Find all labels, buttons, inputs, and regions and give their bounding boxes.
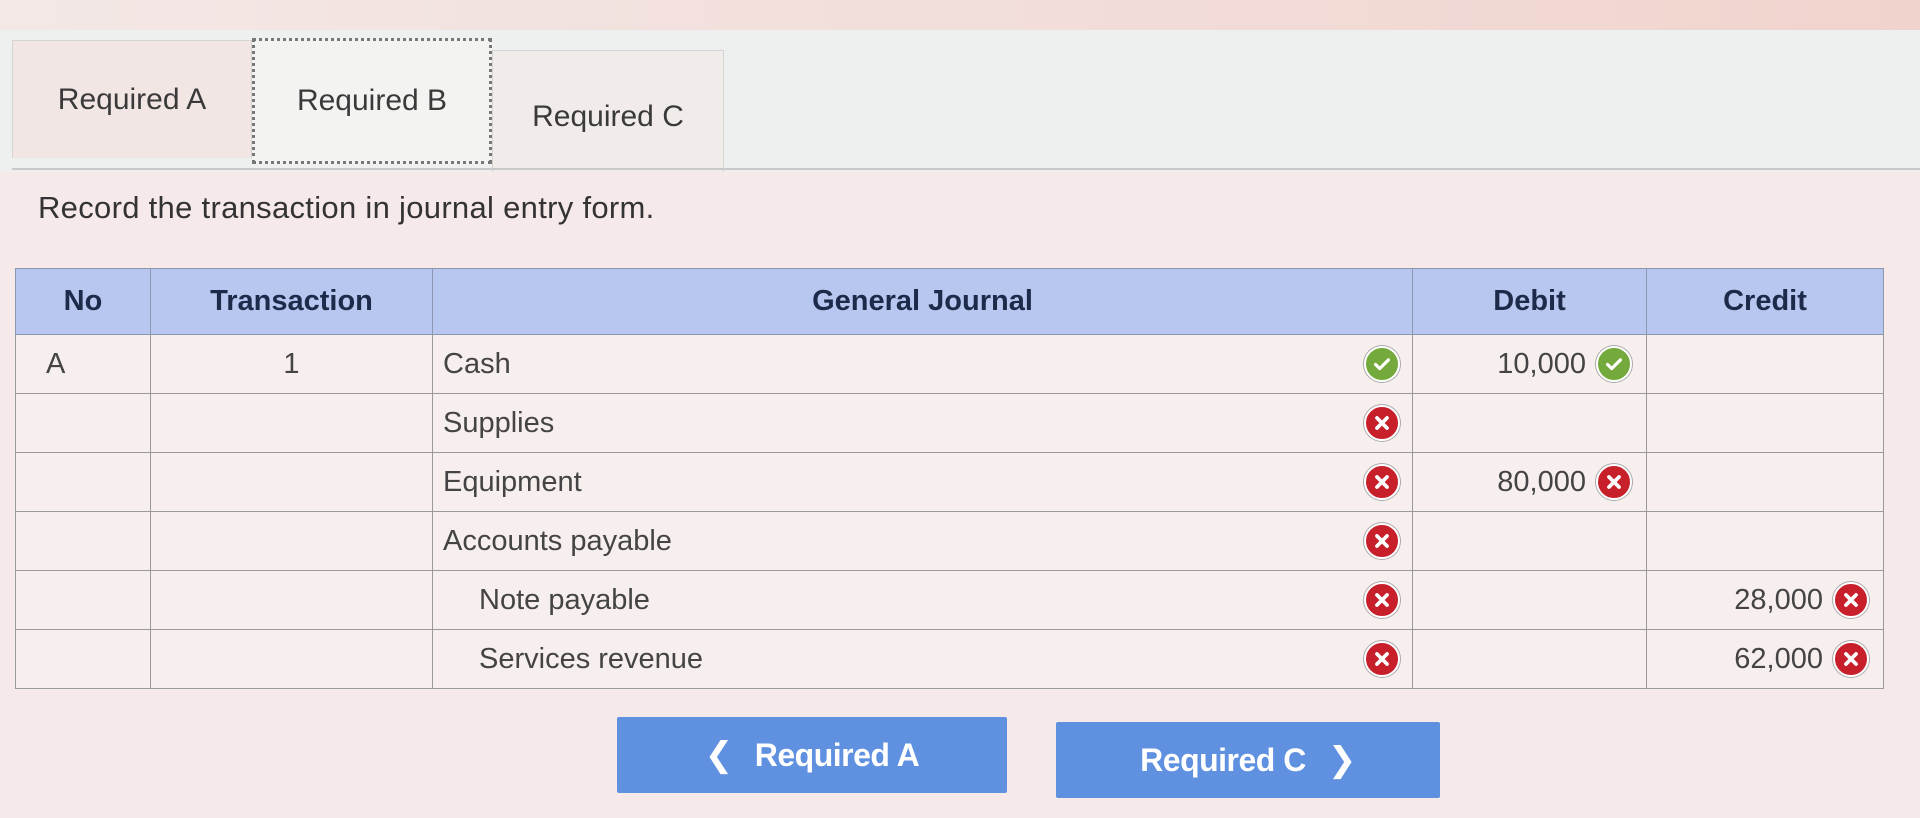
tab-divider xyxy=(12,168,1920,170)
x-circle-icon xyxy=(1364,405,1400,441)
credit-amount: 28,000 xyxy=(1734,583,1823,616)
account-name: Equipment xyxy=(443,465,582,498)
account-name: Accounts payable xyxy=(443,524,672,557)
x-circle-icon xyxy=(1596,464,1632,500)
table-header-row: No Transaction General Journal Debit Cre… xyxy=(15,268,1884,335)
x-circle-icon xyxy=(1833,641,1869,677)
tab-bar: Required A Required B Required C xyxy=(12,38,724,182)
header-transaction: Transaction xyxy=(150,268,433,335)
tab-required-b[interactable]: Required B xyxy=(252,38,492,164)
account-name: Cash xyxy=(443,347,511,380)
cell-no[interactable] xyxy=(15,452,151,512)
journal-table: No Transaction General Journal Debit Cre… xyxy=(15,268,1884,689)
table-row: Supplies xyxy=(15,393,1884,453)
cell-no[interactable] xyxy=(15,393,151,453)
credit-amount: 62,000 xyxy=(1734,642,1823,675)
cell-no[interactable]: A xyxy=(15,334,151,394)
table-row: Services revenue 62,000 xyxy=(15,629,1884,689)
x-circle-icon xyxy=(1364,464,1400,500)
cell-credit[interactable]: 62,000 xyxy=(1646,629,1884,689)
cell-debit[interactable] xyxy=(1412,393,1647,453)
cell-transaction[interactable] xyxy=(150,629,433,689)
header-general-journal: General Journal xyxy=(432,268,1413,335)
cell-debit[interactable] xyxy=(1412,570,1647,630)
next-required-c-button[interactable]: Required C ❯ xyxy=(1056,722,1440,798)
cell-no[interactable] xyxy=(15,570,151,630)
cell-transaction[interactable]: 1 xyxy=(150,334,433,394)
tab-required-a[interactable]: Required A xyxy=(12,40,252,158)
x-circle-icon xyxy=(1364,582,1400,618)
check-circle-icon xyxy=(1596,346,1632,382)
cell-debit[interactable]: 80,000 xyxy=(1412,452,1647,512)
account-name: Supplies xyxy=(443,406,555,439)
cell-transaction[interactable] xyxy=(150,511,433,571)
debit-amount: 10,000 xyxy=(1497,347,1586,380)
account-name: Note payable xyxy=(479,583,650,616)
table-row: Accounts payable xyxy=(15,511,1884,571)
account-name: Services revenue xyxy=(479,642,704,675)
cell-account[interactable]: Accounts payable xyxy=(432,511,1413,571)
header-credit: Credit xyxy=(1646,268,1884,335)
header-debit: Debit xyxy=(1412,268,1647,335)
instruction-text: Record the transaction in journal entry … xyxy=(38,190,655,225)
cell-credit[interactable] xyxy=(1646,393,1884,453)
cell-account[interactable]: Equipment xyxy=(432,452,1413,512)
prev-button-label: Required A xyxy=(754,736,920,773)
tab-required-c[interactable]: Required C xyxy=(492,50,724,182)
chevron-right-icon: ❯ xyxy=(1327,741,1357,779)
table-row: Note payable 28,000 xyxy=(15,570,1884,630)
header-no: No xyxy=(15,268,151,335)
table-row: Equipment 80,000 xyxy=(15,452,1884,512)
debit-amount: 80,000 xyxy=(1497,465,1586,498)
cell-credit[interactable]: 28,000 xyxy=(1646,570,1884,630)
chevron-left-icon: ❮ xyxy=(704,736,734,774)
x-circle-icon xyxy=(1364,641,1400,677)
cell-transaction[interactable] xyxy=(150,452,433,512)
cell-account[interactable]: Cash xyxy=(432,334,1413,394)
cell-debit[interactable] xyxy=(1412,511,1647,571)
x-circle-icon xyxy=(1833,582,1869,618)
cell-debit[interactable] xyxy=(1412,629,1647,689)
cell-transaction[interactable] xyxy=(150,570,433,630)
cell-account[interactable]: Supplies xyxy=(432,393,1413,453)
cell-account[interactable]: Services revenue xyxy=(432,629,1413,689)
cell-no[interactable] xyxy=(15,629,151,689)
check-circle-icon xyxy=(1364,346,1400,382)
cell-credit[interactable] xyxy=(1646,511,1884,571)
cell-credit[interactable] xyxy=(1646,452,1884,512)
previous-required-a-button[interactable]: ❮ Required A xyxy=(617,717,1007,793)
cell-credit[interactable] xyxy=(1646,334,1884,394)
cell-account[interactable]: Note payable xyxy=(432,570,1413,630)
cell-no[interactable] xyxy=(15,511,151,571)
table-row: A 1 Cash 10,000 xyxy=(15,334,1884,394)
x-circle-icon xyxy=(1364,523,1400,559)
cell-transaction[interactable] xyxy=(150,393,433,453)
next-button-label: Required C xyxy=(1140,741,1306,778)
cell-debit[interactable]: 10,000 xyxy=(1412,334,1647,394)
